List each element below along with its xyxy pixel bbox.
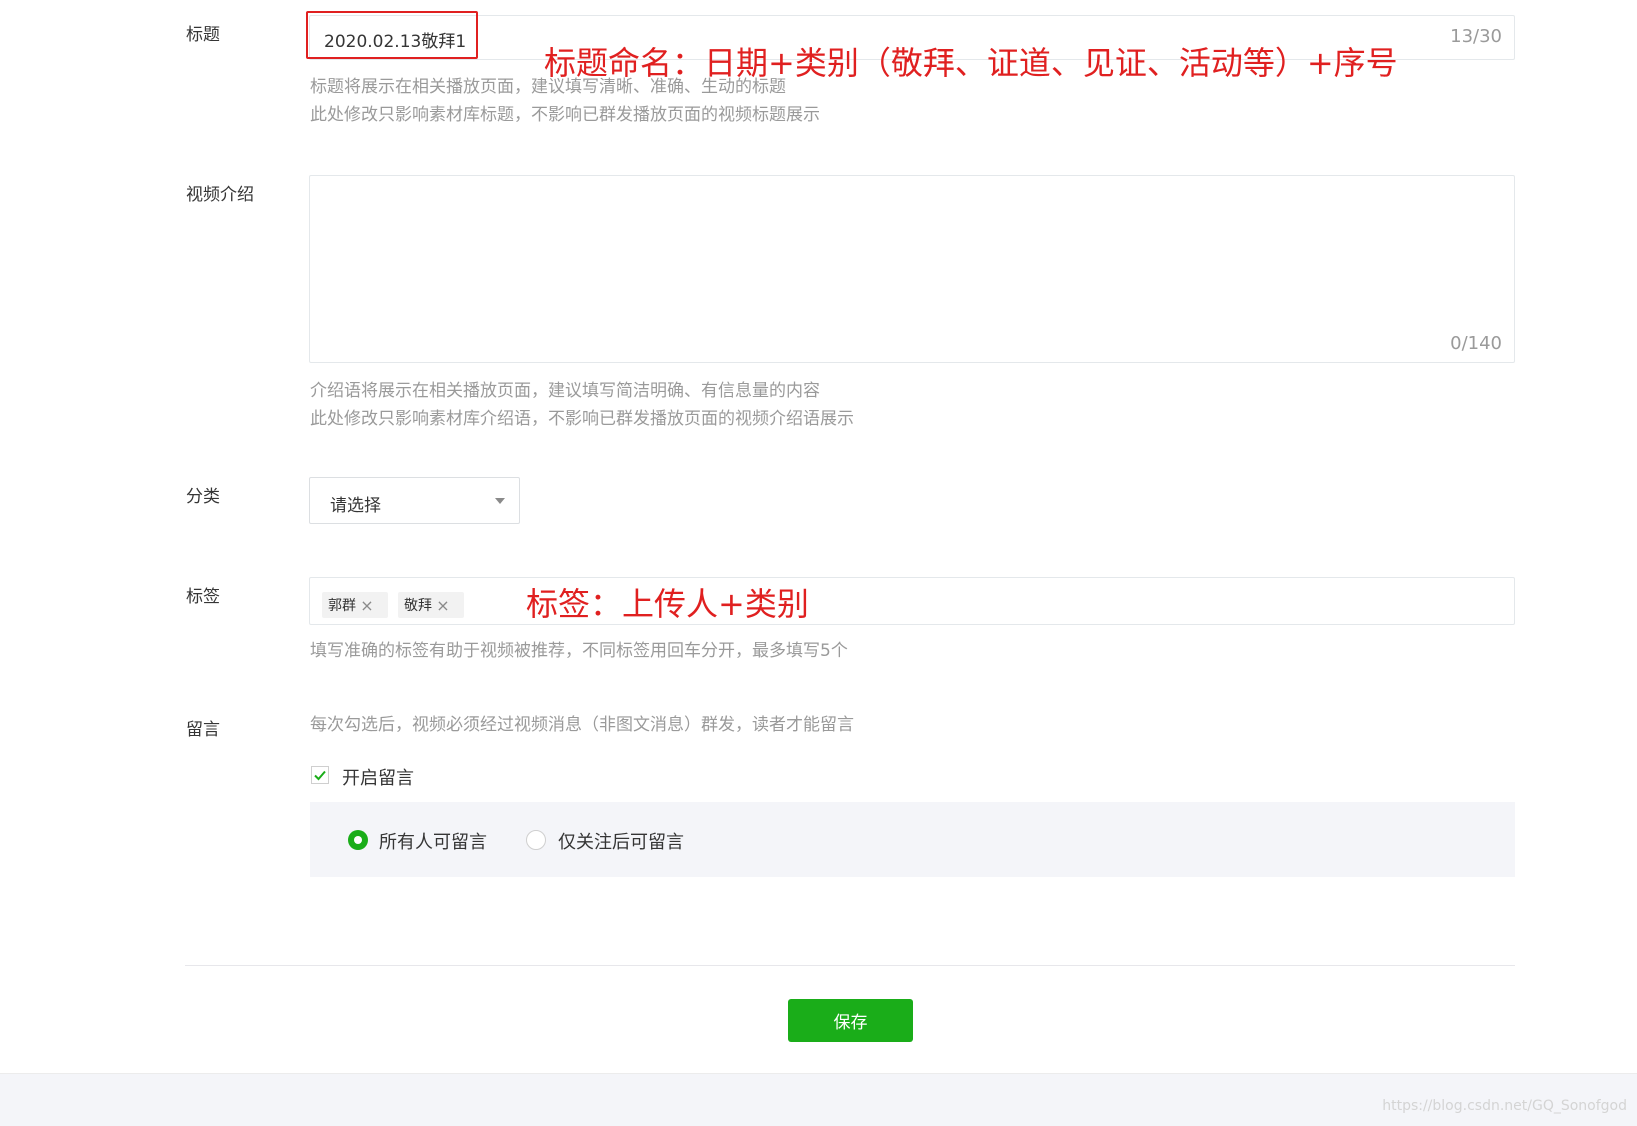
radio-dot bbox=[354, 836, 362, 844]
title-help-line-1: 标题将展示在相关播放页面，建议填写清晰、准确、生动的标题 bbox=[310, 77, 786, 97]
comments-note: 每次勾选后，视频必须经过视频消息（非图文消息）群发，读者才能留言 bbox=[310, 715, 854, 735]
intro-textarea[interactable]: 0/140 bbox=[309, 175, 1515, 363]
category-selected-value: 请选择 bbox=[330, 496, 381, 516]
tags-annotation: 标签：上传人+类别 bbox=[526, 585, 809, 623]
tag-chip-label: 敬拜 bbox=[404, 598, 432, 614]
radio-everyone[interactable] bbox=[348, 830, 368, 850]
tag-chip-label: 郭群 bbox=[328, 598, 356, 614]
footer-divider bbox=[185, 965, 1515, 966]
check-icon bbox=[314, 770, 326, 781]
tags-help: 填写准确的标签有助于视频被推荐，不同标签用回车分开，最多填写5个 bbox=[310, 641, 848, 661]
close-icon[interactable]: × bbox=[356, 596, 378, 615]
intro-help-line-1: 介绍语将展示在相关播放页面，建议填写简洁明确、有信息量的内容 bbox=[310, 381, 820, 401]
title-char-counter: 13/30 bbox=[1450, 26, 1502, 47]
radio-followers-only[interactable] bbox=[526, 830, 546, 850]
intro-label: 视频介绍 bbox=[186, 185, 254, 205]
intro-char-counter: 0/140 bbox=[1450, 333, 1502, 354]
chevron-down-icon bbox=[495, 498, 505, 504]
category-label: 分类 bbox=[186, 487, 220, 507]
tag-chip: 郭群 × bbox=[322, 592, 388, 618]
save-button[interactable]: 保存 bbox=[788, 999, 913, 1042]
tags-input[interactable]: 郭群 × 敬拜 × bbox=[309, 577, 1515, 625]
watermark: https://blog.csdn.net/GQ_Sonofgod bbox=[1382, 1098, 1627, 1114]
comments-label: 留言 bbox=[186, 720, 220, 740]
tag-chip: 敬拜 × bbox=[398, 592, 464, 618]
radio-followers-only-label[interactable]: 仅关注后可留言 bbox=[558, 828, 684, 854]
title-label: 标题 bbox=[186, 25, 220, 45]
enable-comments-checkbox[interactable] bbox=[311, 766, 329, 784]
enable-comments-label[interactable]: 开启留言 bbox=[342, 764, 414, 790]
radio-everyone-label[interactable]: 所有人可留言 bbox=[379, 828, 487, 854]
tags-label: 标签 bbox=[186, 587, 220, 607]
title-help-line-2: 此处修改只影响素材库标题，不影响已群发播放页面的视频标题展示 bbox=[310, 105, 820, 125]
category-select[interactable]: 请选择 bbox=[309, 477, 520, 524]
comment-permission-panel: 所有人可留言 仅关注后可留言 bbox=[310, 802, 1515, 877]
close-icon[interactable]: × bbox=[432, 596, 454, 615]
intro-help-line-2: 此处修改只影响素材库介绍语，不影响已群发播放页面的视频介绍语展示 bbox=[310, 409, 854, 429]
title-highlight-box bbox=[306, 11, 478, 59]
